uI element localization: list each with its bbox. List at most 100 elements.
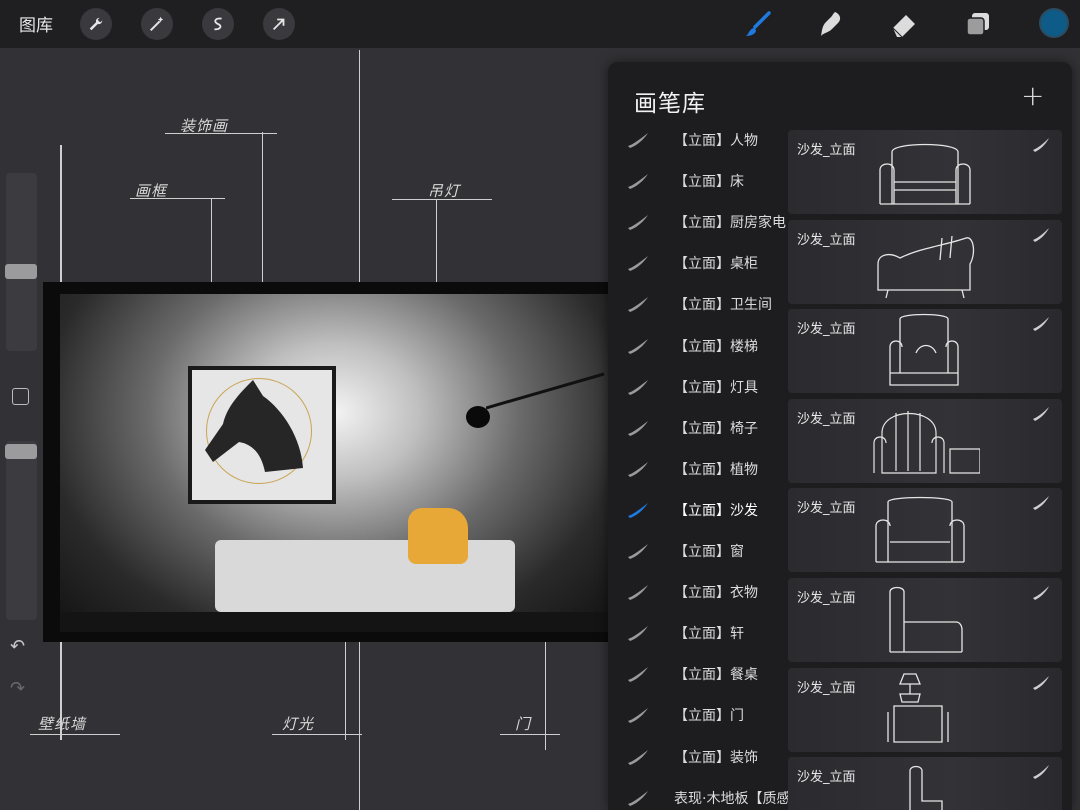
category-item[interactable]: 【立面】楼梯 (608, 326, 786, 367)
brush-name: 沙发_立面 (797, 591, 856, 606)
brush-name: 沙发_立面 (797, 770, 856, 786)
annotation-label: 灯光 (282, 715, 315, 733)
annotation-label: 装饰画 (180, 117, 229, 135)
brush-stroke-icon (1033, 317, 1049, 332)
category-item[interactable]: 【立面】卫生间 (608, 284, 786, 325)
brush-stroke-icon (628, 626, 648, 642)
smudge-icon[interactable] (816, 9, 846, 39)
horse-artwork (205, 380, 303, 472)
opacity-slider[interactable] (6, 441, 37, 620)
brush-stroke-icon (628, 420, 648, 436)
category-label: 【立面】餐桌 (674, 667, 758, 684)
brush-stroke-icon (628, 379, 648, 395)
brush-stroke-icon (628, 174, 648, 190)
brush-preview (879, 143, 971, 205)
brush-stroke-icon (628, 667, 648, 683)
brush-stroke-icon (628, 544, 648, 559)
category-item[interactable]: 【立面】桌柜 (608, 243, 786, 284)
brush-card[interactable]: 沙发_立面 (788, 667, 1062, 752)
category-label: 【立面】厨房家电 (674, 215, 786, 232)
annotation-label: 吊灯 (428, 182, 461, 200)
floor-band (60, 612, 608, 632)
brush-stroke-icon (1033, 675, 1049, 690)
top-toolbar: 图库 (0, 0, 1080, 48)
redo-icon[interactable]: ↷ (10, 678, 25, 699)
brush-stroke-icon (628, 133, 648, 148)
brush-card[interactable]: 沙发_立面 (788, 309, 1062, 394)
brush-preview (889, 314, 959, 386)
brush-preview (889, 586, 963, 653)
magic-wand-icon[interactable] (141, 8, 173, 40)
category-item[interactable]: 【立面】厨房家电 (608, 202, 786, 243)
category-item[interactable]: 【立面】床 (608, 161, 786, 202)
brush-preview (875, 497, 965, 564)
brush-preview (909, 766, 943, 810)
brush-stroke-icon (628, 297, 648, 313)
category-item[interactable]: 【立面】门 (608, 695, 786, 736)
selection-icon[interactable] (202, 8, 234, 40)
brush-name: 沙发_立面 (797, 143, 856, 158)
brush-card[interactable]: 沙发_立面 (788, 398, 1062, 483)
category-item[interactable]: 【立面】沙发 (608, 490, 786, 531)
annotation-label: 门 (515, 715, 532, 733)
brush-preview (887, 672, 949, 743)
category-label: 【立面】植物 (674, 461, 758, 478)
brush-stroke-icon (628, 256, 648, 272)
brush-stroke-icon (628, 461, 648, 477)
brush-stroke-icon (1033, 586, 1049, 600)
category-label: 【立面】床 (674, 174, 744, 191)
brush-name: 沙发_立面 (797, 322, 856, 338)
brush-card[interactable]: 沙发_立面 (788, 488, 1062, 573)
opacity-handle[interactable] (5, 444, 37, 459)
category-item[interactable]: 【立面】衣物 (608, 572, 786, 613)
category-label: 表现·木地板【质感】 (674, 790, 805, 807)
brush-card[interactable]: 沙发_立面 (788, 219, 1062, 304)
brush-list: 沙发_立面 沙发_立面 沙发_立面 沙发_立面 沙发_立面 沙发_立面 沙发_立面 沙发_立面 (788, 130, 1072, 810)
undo-icon[interactable]: ↶ (10, 636, 25, 657)
brush-stroke-icon (628, 338, 648, 354)
brush-stroke-icon (1033, 227, 1049, 242)
category-label: 【立面】门 (674, 708, 744, 725)
category-label: 【立面】装饰 (674, 749, 758, 766)
annotation-label: 壁纸墙 (38, 715, 87, 733)
gallery-button[interactable]: 图库 (19, 11, 53, 36)
add-brush-button[interactable]: + (1021, 82, 1044, 110)
brush-stroke-icon (628, 790, 648, 806)
layers-icon[interactable] (963, 9, 993, 39)
category-label: 【立面】人物 (674, 133, 758, 149)
category-label: 【立面】桌柜 (674, 256, 758, 273)
color-picker-button[interactable] (1039, 8, 1069, 38)
category-item[interactable]: 【立面】椅子 (608, 408, 786, 449)
brush-size-handle[interactable] (5, 264, 37, 279)
eraser-icon[interactable] (889, 9, 919, 39)
guide-line (272, 734, 362, 735)
guide-line (30, 734, 120, 735)
wrench-icon[interactable] (80, 8, 112, 40)
category-item[interactable]: 【立面】窗 (608, 531, 786, 572)
brush-stroke-icon (628, 215, 648, 231)
brush-name: 沙发_立面 (797, 411, 856, 427)
brush-icon[interactable] (743, 9, 773, 39)
brush-stroke-icon (1033, 765, 1049, 780)
category-item[interactable]: 【立面】装饰 (608, 737, 786, 778)
category-item[interactable]: 【立面】人物 (608, 120, 786, 161)
transform-arrow-icon[interactable] (263, 8, 295, 40)
category-item[interactable]: 【立面】植物 (608, 449, 786, 490)
brush-name: 沙发_立面 (797, 232, 856, 248)
brush-stroke-icon (1033, 138, 1049, 152)
sofa-sketch (215, 540, 515, 612)
category-item[interactable]: 【立面】餐桌 (608, 654, 786, 695)
brush-card[interactable]: 沙发_立面 (788, 578, 1062, 662)
category-item[interactable]: 表现·木地板【质感】 (608, 778, 804, 810)
category-item[interactable]: 【立面】灯具 (608, 367, 786, 408)
brush-size-slider[interactable] (6, 173, 37, 351)
person-sketch (408, 508, 468, 564)
modify-button[interactable] (12, 388, 29, 405)
brush-card[interactable]: 沙发_立面 (788, 757, 1062, 810)
category-label: 【立面】沙发 (674, 502, 758, 519)
brush-preview (877, 235, 975, 298)
brush-card[interactable]: 沙发_立面 (788, 130, 1062, 214)
category-label: 【立面】轩 (674, 626, 744, 643)
category-item[interactable]: 【立面】轩 (608, 613, 786, 654)
brush-stroke-icon (628, 502, 648, 518)
